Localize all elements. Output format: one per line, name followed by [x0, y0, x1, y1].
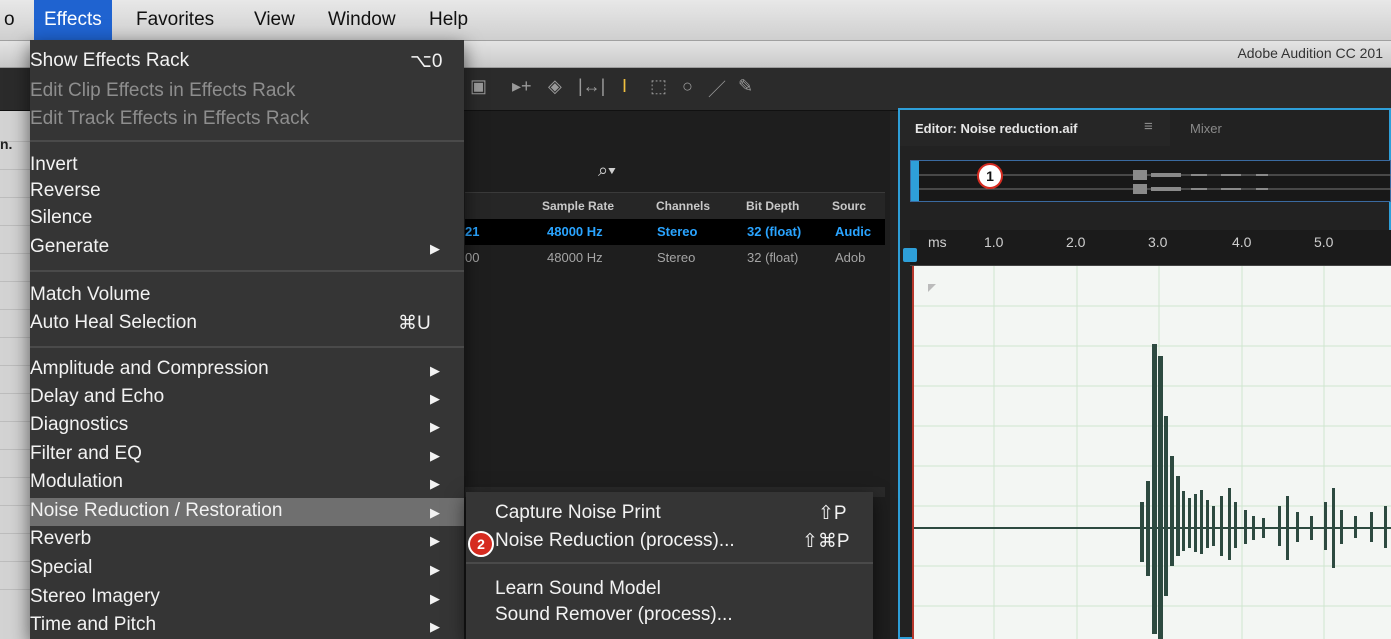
source-cell: Audic [835, 224, 872, 239]
waveform [914, 266, 1391, 639]
submenu-arrow-icon: ▶ [430, 505, 440, 520]
tab-mixer[interactable]: Mixer [1190, 121, 1222, 136]
menubar-item-app[interactable]: o [0, 0, 25, 40]
submenu-arrow-icon: ▶ [430, 363, 440, 378]
submenu-arrow-icon: ▶ [430, 419, 440, 434]
menu-item-time-pitch[interactable]: Time and Pitch [30, 614, 156, 636]
marquee-tool-icon[interactable]: ⬚ [650, 76, 667, 97]
menu-item-learn-sound-model[interactable]: Learn Sound Model [495, 578, 661, 600]
time-selection-tool-icon[interactable]: I [622, 76, 627, 97]
submenu-arrow-icon: ▶ [430, 241, 440, 256]
bit-depth-cell: 32 (float) [747, 224, 802, 239]
menu-item-edit-clip-effects: Edit Clip Effects in Effects Rack [30, 80, 296, 101]
menu-separator [30, 140, 464, 142]
razor-tool-icon[interactable]: ◈ [548, 76, 562, 97]
mac-menubar: o Effects Favorites View Window Help [0, 0, 1391, 41]
shortcut-label: ⌘U [398, 313, 431, 334]
submenu-arrow-icon: ▶ [430, 533, 440, 548]
move-tool-icon[interactable]: ▸+ [512, 76, 532, 97]
sample-rate-cell: 48000 Hz [547, 224, 603, 239]
callout-2: 2 [468, 531, 494, 557]
panel-menu-icon[interactable]: ≡ [1144, 118, 1153, 135]
menu-item-delay-echo[interactable]: Delay and Echo [30, 386, 164, 408]
menu-separator [466, 562, 873, 564]
sample-rate-cell: 48000 Hz [547, 250, 603, 265]
spot-healing-tool-icon[interactable]: ✎ [738, 76, 753, 97]
menu-item-stereo-imagery[interactable]: Stereo Imagery [30, 586, 160, 608]
menu-separator [30, 346, 464, 348]
submenu-arrow-icon: ▶ [430, 391, 440, 406]
slip-tool-icon[interactable]: |↔| [578, 76, 605, 97]
menu-item-noise-reduction-process[interactable]: Noise Reduction (process)... [495, 530, 735, 552]
menubar-item-help[interactable]: Help [419, 0, 478, 40]
menu-item-noise-reduction-restoration[interactable]: Noise Reduction / Restoration [30, 500, 282, 522]
column-header-sample-rate[interactable]: Sample Rate [542, 199, 614, 213]
menu-item-invert[interactable]: Invert [30, 154, 78, 176]
channels-cell: Stereo [657, 250, 696, 265]
menu-item-reverb[interactable]: Reverb [30, 528, 91, 550]
brush-tool-icon[interactable]: ／ [708, 76, 726, 102]
column-header-source[interactable]: Sourc [832, 199, 866, 213]
submenu-arrow-icon: ▶ [430, 448, 440, 463]
menubar-item-effects[interactable]: Effects [34, 0, 112, 40]
ruler-label: ms [928, 234, 947, 250]
source-cell: Adob [835, 250, 866, 265]
channels-cell: Stereo [657, 224, 698, 239]
search-icon[interactable]: ⌕▾ [598, 160, 616, 181]
spectral-view-icon[interactable]: ▣ [470, 76, 487, 97]
bit-depth-cell: 32 (float) [747, 250, 799, 265]
menu-item-sound-remover[interactable]: Sound Remover (process)... [495, 604, 733, 626]
menu-item-amplitude-compression[interactable]: Amplitude and Compression [30, 358, 269, 380]
waveform-display[interactable] [912, 266, 1391, 639]
menu-item-diagnostics[interactable]: Diagnostics [30, 414, 128, 436]
menu-item-special[interactable]: Special [30, 557, 92, 579]
shortcut-label: ⌥0 [410, 51, 443, 72]
shortcut-label: ⇧P [818, 503, 847, 524]
menubar-item-favorites[interactable]: Favorites [126, 0, 224, 40]
table-row[interactable]: 21 48000 Hz Stereo 32 (float) Audic [465, 219, 885, 245]
table-row[interactable]: 00 48000 Hz Stereo 32 (float) Adob [465, 245, 885, 271]
file-name-fragment: n. [0, 136, 13, 152]
playhead-marker[interactable] [903, 248, 917, 262]
ruler-label: 3.0 [1148, 234, 1168, 250]
ruler-label: 2.0 [1066, 234, 1086, 250]
file-fragment: 21 [465, 224, 480, 239]
app-title: Adobe Audition CC 201 [1237, 45, 1383, 61]
ruler-label: 1.0 [984, 234, 1004, 250]
menu-item-match-volume[interactable]: Match Volume [30, 284, 150, 306]
menu-item-auto-heal-selection[interactable]: Auto Heal Selection [30, 312, 197, 334]
menu-item-filter-eq[interactable]: Filter and EQ [30, 443, 142, 465]
menu-item-show-effects-rack[interactable]: Show Effects Rack [30, 50, 189, 72]
ruler-label: 4.0 [1232, 234, 1252, 250]
callout-1: 1 [977, 163, 1003, 189]
shortcut-label: ⇧⌘P [802, 531, 850, 552]
menu-item-generate[interactable]: Generate [30, 236, 109, 258]
menu-separator [30, 270, 464, 272]
menubar-item-window[interactable]: Window [318, 0, 406, 40]
menu-item-silence[interactable]: Silence [30, 207, 92, 229]
submenu-arrow-icon: ▶ [430, 619, 440, 634]
menu-item-modulation[interactable]: Modulation [30, 471, 123, 493]
column-header-channels[interactable]: Channels [656, 199, 710, 213]
menu-item-edit-track-effects: Edit Track Effects in Effects Rack [30, 108, 310, 129]
lasso-tool-icon[interactable]: ○ [682, 76, 693, 97]
submenu-arrow-icon: ▶ [430, 476, 440, 491]
menu-item-capture-noise-print[interactable]: Capture Noise Print [495, 502, 661, 524]
submenu-arrow-icon: ▶ [430, 562, 440, 577]
submenu-arrow-icon: ▶ [430, 591, 440, 606]
menubar-item-view[interactable]: View [244, 0, 305, 40]
column-header-bit-depth[interactable]: Bit Depth [746, 199, 799, 213]
file-fragment: 00 [465, 250, 480, 265]
ruler-label: 5.0 [1314, 234, 1334, 250]
editor-tab-label[interactable]: Editor: Noise reduction.aif [915, 121, 1078, 136]
files-list-strip [0, 111, 32, 639]
menu-item-reverse[interactable]: Reverse [30, 180, 101, 202]
